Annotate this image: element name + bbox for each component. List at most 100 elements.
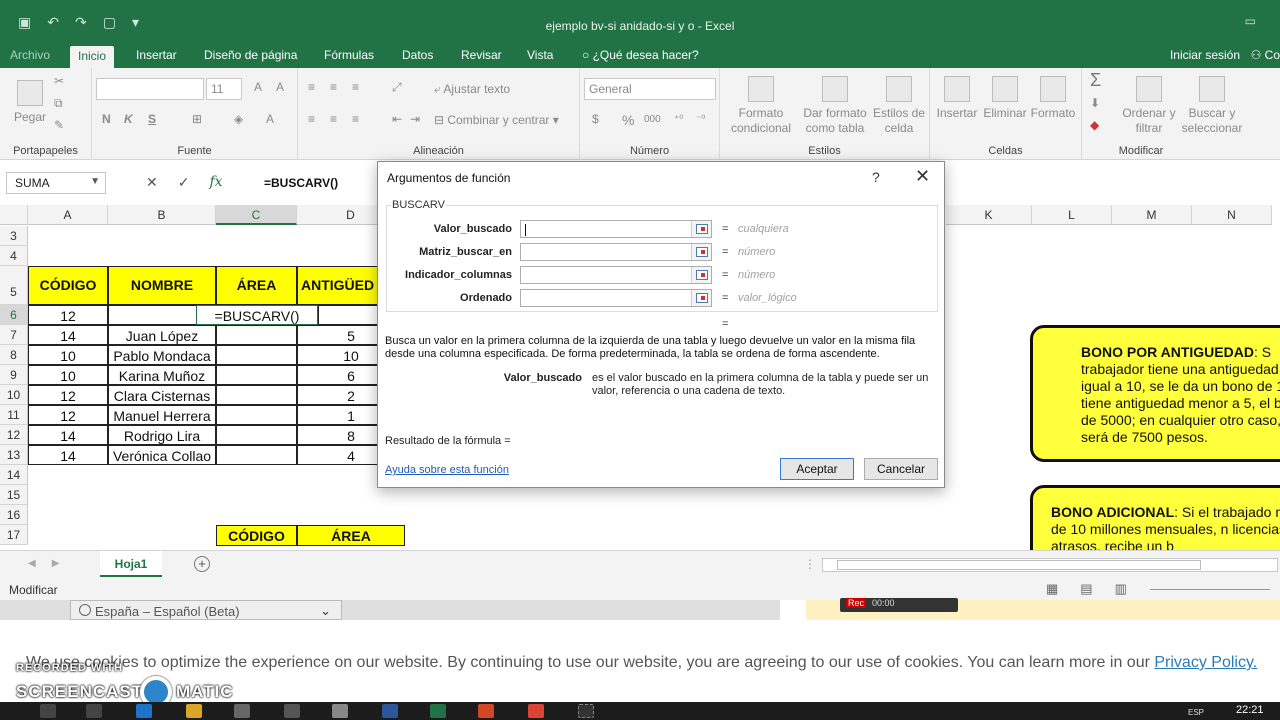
calculator-icon[interactable] [332, 704, 348, 718]
delete-cells-button[interactable]: Eliminar [980, 76, 1030, 121]
autosum-icon[interactable]: Σ [1090, 70, 1101, 91]
page-layout-view-icon[interactable]: ▤ [1080, 581, 1092, 597]
increase-decimal-icon[interactable]: ⁺⁰ [674, 114, 683, 125]
recorder-controls[interactable]: Rec 00:00 [840, 598, 958, 612]
row-header[interactable]: 6 [0, 305, 28, 325]
font-size-select[interactable]: 11 [206, 78, 242, 100]
tab-split-handle-icon[interactable]: ⋮ [804, 557, 816, 571]
align-top-icon[interactable]: ≡ [308, 80, 315, 94]
share-button[interactable]: ⚇ Co [1251, 48, 1280, 62]
row-header[interactable]: 13 [0, 445, 28, 465]
lookup-header-area[interactable]: ÁREA [297, 525, 405, 546]
row-header[interactable]: 5 [0, 266, 28, 305]
tab-view[interactable]: Vista [527, 48, 553, 62]
range-picker-button[interactable] [691, 290, 711, 306]
row-header[interactable]: 11 [0, 405, 28, 425]
conditional-format-button[interactable]: Formato condicional [724, 76, 798, 136]
cell-nombre[interactable]: Clara Cisternas [108, 385, 216, 405]
cell-area[interactable] [216, 425, 297, 445]
chrome-icon[interactable] [528, 704, 544, 718]
row-header[interactable]: 8 [0, 345, 28, 365]
row-header[interactable]: 17 [0, 525, 28, 545]
ribbon-display-icon[interactable]: ▭ [1245, 14, 1256, 28]
edge-icon[interactable] [136, 704, 152, 718]
align-middle-icon[interactable]: ≡ [330, 80, 337, 94]
cell-codigo[interactable]: 10 [28, 365, 108, 385]
cell-nombre[interactable]: Juan López [108, 325, 216, 345]
range-picker-button[interactable] [691, 267, 711, 283]
paste-button[interactable]: Pegar [10, 80, 50, 125]
snipping-tool-icon[interactable] [578, 704, 594, 718]
sheet-nav-arrows[interactable]: ◀▶ [28, 558, 75, 569]
borders-icon[interactable]: ⊞ [192, 112, 202, 126]
horizontal-scrollbar[interactable] [822, 558, 1278, 572]
copy-icon[interactable]: ⧉ [54, 96, 63, 111]
header-area[interactable]: ÁREA [216, 266, 297, 305]
column-header-c[interactable]: C [216, 205, 297, 225]
format-cells-button[interactable]: Formato [1028, 76, 1078, 121]
name-box[interactable]: SUMA ▼ [6, 172, 106, 194]
valor-buscado-input[interactable] [520, 220, 712, 238]
matriz-buscar-en-input[interactable] [520, 243, 712, 261]
bono-adicional-shape[interactable]: BONO ADICIONAL: Si el trabajado más de 1… [1030, 485, 1280, 550]
wrap-text-button[interactable]: ⤶ Ajustar texto [434, 82, 510, 97]
search-icon[interactable] [40, 704, 56, 718]
cell-codigo[interactable]: 14 [28, 325, 108, 345]
merge-center-button[interactable]: ⊟ Combinar y centrar ▾ [434, 113, 559, 127]
column-header-a[interactable]: A [28, 205, 108, 225]
formula-input[interactable]: =BUSCARV() [264, 176, 338, 190]
function-help-link[interactable]: Ayuda sobre esta función [385, 464, 509, 476]
column-header-m[interactable]: M [1112, 205, 1192, 225]
tell-me-search[interactable]: ○ ¿Qué desea hacer? [582, 48, 699, 62]
format-painter-icon[interactable]: ✎ [54, 118, 64, 132]
select-all-corner[interactable] [0, 205, 28, 225]
cut-icon[interactable]: ✂ [54, 74, 64, 88]
column-header-k[interactable]: K [946, 205, 1032, 225]
row-header[interactable]: 7 [0, 325, 28, 345]
confirm-entry-icon[interactable]: ✓ [178, 174, 190, 191]
normal-view-icon[interactable]: ▦ [1046, 581, 1058, 597]
column-header-l[interactable]: L [1032, 205, 1112, 225]
sort-filter-button[interactable]: Ordenar y filtrar [1118, 76, 1180, 136]
tab-insert[interactable]: Insertar [136, 48, 177, 62]
task-view-icon[interactable] [86, 704, 102, 718]
mail-icon[interactable] [284, 704, 300, 718]
cell-nombre[interactable]: Pablo Mondaca [108, 345, 216, 365]
word-icon[interactable] [382, 704, 398, 718]
close-icon[interactable]: ✕ [915, 166, 930, 187]
decrease-decimal-icon[interactable]: ⁻⁰ [696, 114, 705, 125]
row-header[interactable]: 3 [0, 226, 28, 246]
cell-codigo[interactable]: 10 [28, 345, 108, 365]
align-right-icon[interactable]: ≡ [352, 112, 359, 126]
page-break-view-icon[interactable]: ▥ [1115, 581, 1127, 597]
tab-file[interactable]: Archivo [10, 48, 50, 62]
tab-page-layout[interactable]: Diseño de página [204, 48, 297, 62]
range-picker-button[interactable] [691, 244, 711, 260]
decrease-indent-icon[interactable]: ⇤ [392, 112, 402, 126]
insert-cells-button[interactable]: Insertar [932, 76, 982, 121]
orientation-icon[interactable]: ⤢ [392, 80, 402, 95]
chevron-down-icon[interactable]: ▼ [90, 176, 100, 187]
align-bottom-icon[interactable]: ≡ [352, 80, 359, 94]
tab-review[interactable]: Revisar [461, 48, 502, 62]
cell-codigo[interactable]: 14 [28, 425, 108, 445]
sheet-tab-hoja1[interactable]: Hoja1 [100, 551, 162, 577]
cell-area[interactable] [216, 325, 297, 345]
insert-function-icon[interactable]: fx [209, 174, 222, 191]
currency-icon[interactable]: $ [592, 112, 599, 126]
cell-nombre[interactable]: Rodrigo Lira [108, 425, 216, 445]
language-select[interactable]: España – Español (Beta) ⌄ [70, 600, 342, 620]
font-name-select[interactable] [96, 78, 204, 100]
percent-button[interactable]: % [622, 112, 634, 128]
cell-area[interactable] [216, 405, 297, 425]
cell-nombre[interactable]: Verónica Collao [108, 445, 216, 465]
zoom-slider[interactable] [1150, 589, 1270, 590]
row-header[interactable]: 4 [0, 246, 28, 266]
column-header-b[interactable]: B [108, 205, 216, 225]
thousands-button[interactable]: 000 [644, 114, 661, 125]
column-header-n[interactable]: N [1192, 205, 1272, 225]
cancel-entry-icon[interactable]: ✕ [146, 174, 158, 191]
shrink-font-icon[interactable]: A [276, 80, 284, 94]
align-left-icon[interactable]: ≡ [308, 112, 315, 126]
store-icon[interactable] [234, 704, 250, 718]
